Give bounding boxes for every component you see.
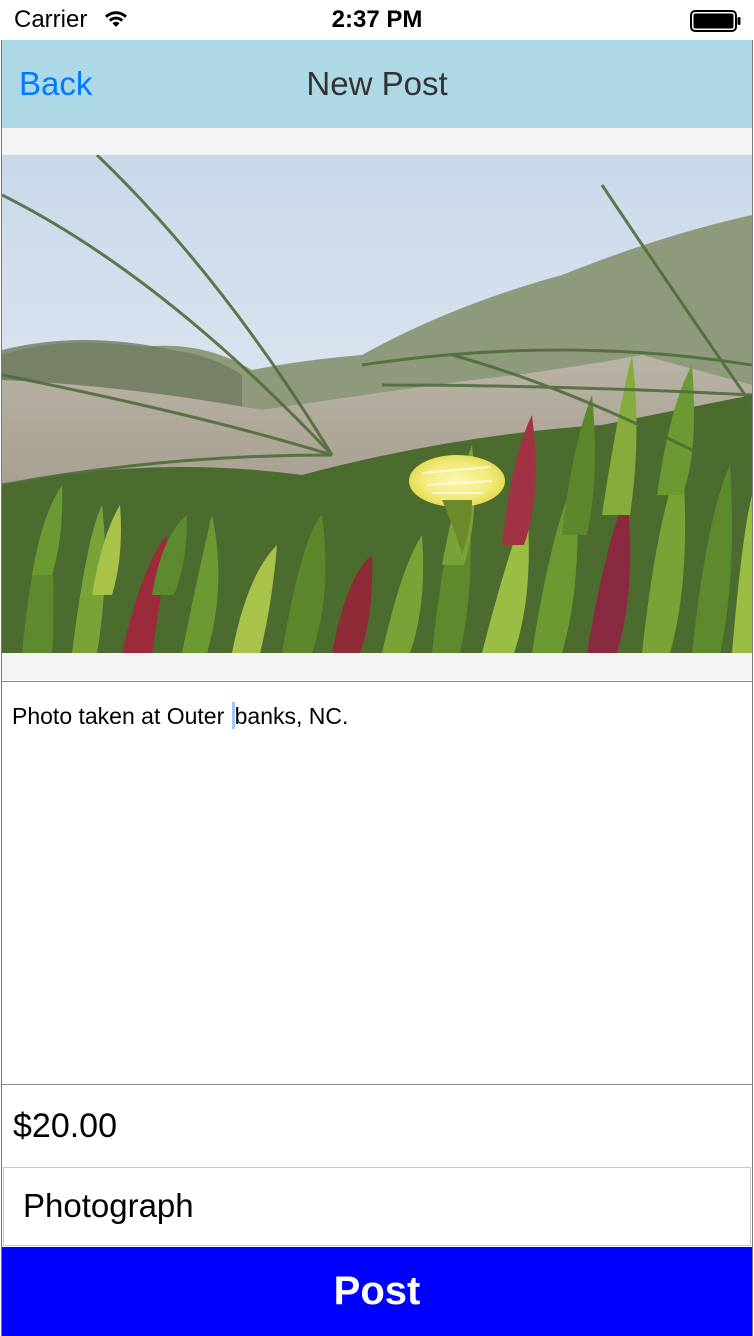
battery-icon (690, 10, 741, 32)
page-title: New Post (306, 65, 448, 102)
category-field[interactable]: Photograph (3, 1167, 751, 1246)
category-value: Photograph (23, 1187, 194, 1224)
post-button[interactable]: Post (2, 1247, 752, 1336)
price-value: $20.00 (13, 1107, 117, 1145)
clock: 2:37 PM (331, 6, 423, 33)
description-text: Photo taken at Outer banks, NC. (12, 702, 348, 730)
left-edge-divider (1, 40, 2, 1336)
navigation-bar: Back New Post (2, 40, 752, 128)
post-photo[interactable] (2, 155, 752, 653)
description-text-after-caret: banks, NC. (234, 703, 349, 729)
status-bar: Carrier 2:37 PM (0, 0, 754, 40)
screen: Carrier 2:37 PM Back New Post Photo take… (0, 0, 754, 1336)
price-field[interactable]: $20.00 (2, 1086, 752, 1166)
description-text-view[interactable]: Photo taken at Outer banks, NC. (2, 681, 752, 1085)
description-text-before-caret: Photo taken at Outer (12, 703, 231, 729)
photo-container (2, 128, 752, 680)
right-edge-divider (752, 40, 753, 1336)
